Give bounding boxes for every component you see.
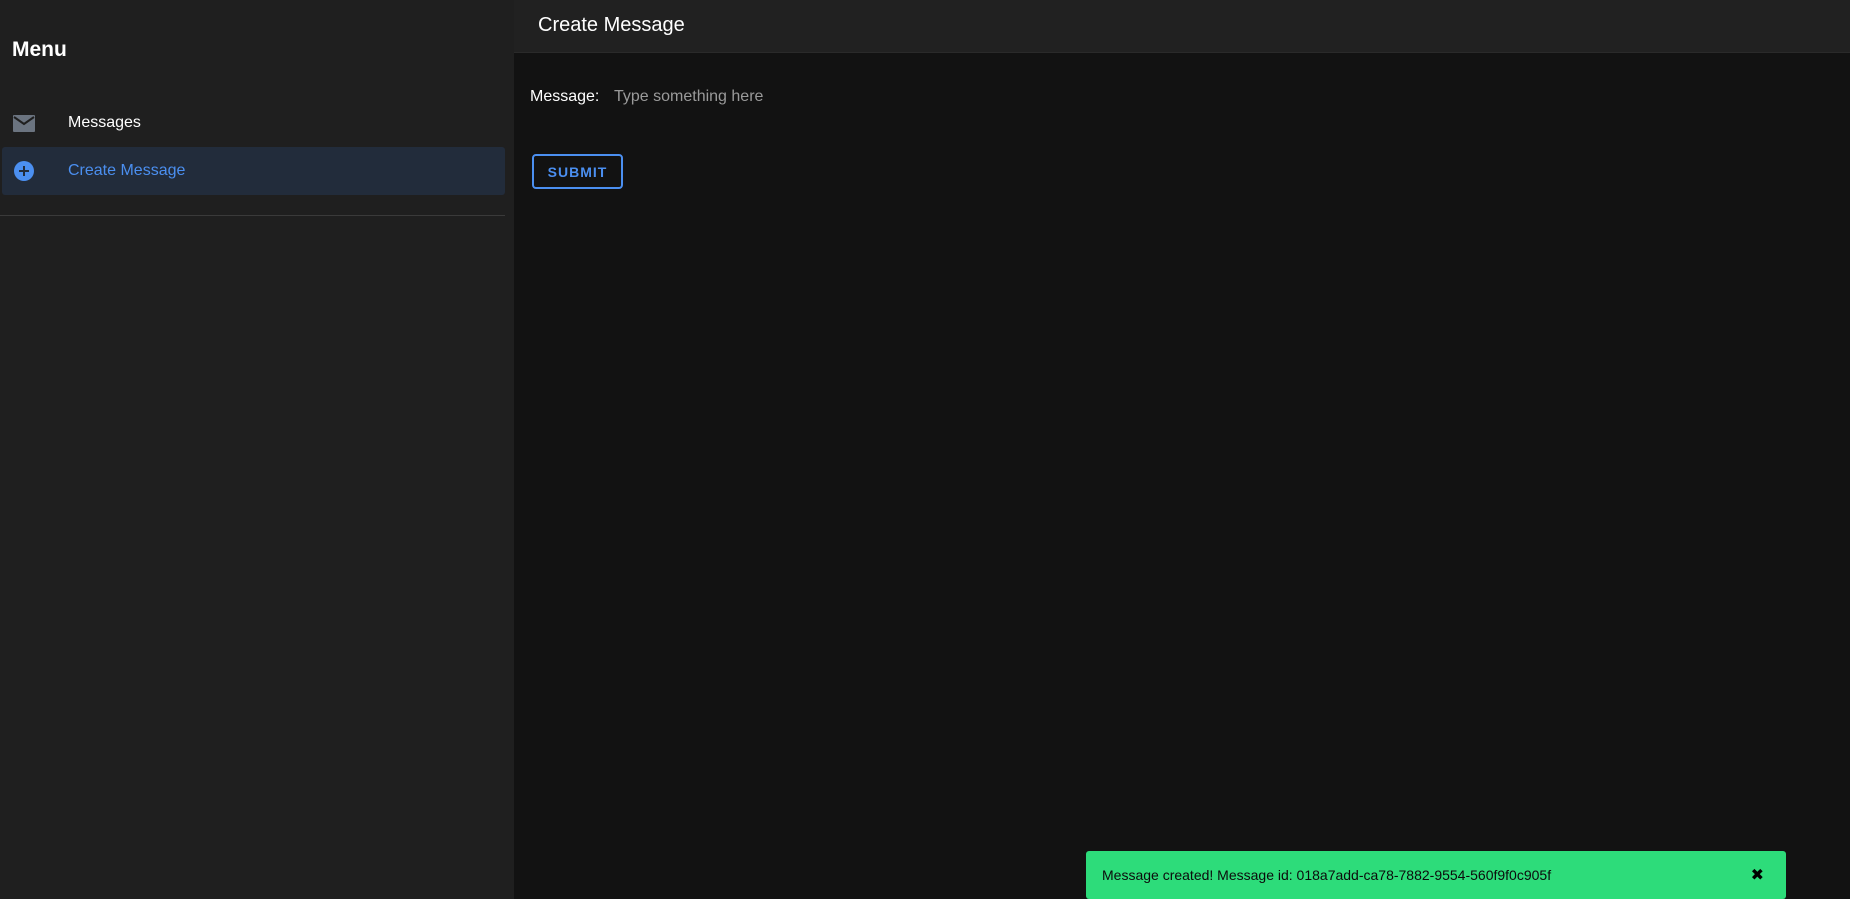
sidebar-item-label: Create Message	[68, 162, 186, 179]
sidebar-divider	[0, 215, 505, 216]
message-input[interactable]	[614, 84, 1094, 110]
success-toast: Message created! Message id: 018a7add-ca…	[1086, 851, 1786, 899]
add-circle-icon	[13, 161, 35, 181]
toast-message: Message created! Message id: 018a7add-ca…	[1102, 867, 1552, 883]
sidebar-item-messages[interactable]: Messages	[2, 99, 505, 147]
app-bar: Create Message	[514, 0, 1850, 53]
sidebar-title: Menu	[12, 38, 67, 61]
message-label: Message:	[530, 88, 600, 105]
sidebar-item-label: Messages	[68, 114, 141, 131]
page-title: Create Message	[538, 14, 685, 36]
sidebar-item-create-message[interactable]: Create Message	[2, 147, 505, 195]
main-content: Create Message Message: SUBMIT Message c…	[514, 0, 1850, 899]
sidebar: Menu Messages Create Message	[0, 0, 514, 899]
submit-button[interactable]: SUBMIT	[532, 154, 623, 189]
mail-icon	[13, 113, 35, 133]
close-icon[interactable]: ✖	[1751, 865, 1764, 885]
